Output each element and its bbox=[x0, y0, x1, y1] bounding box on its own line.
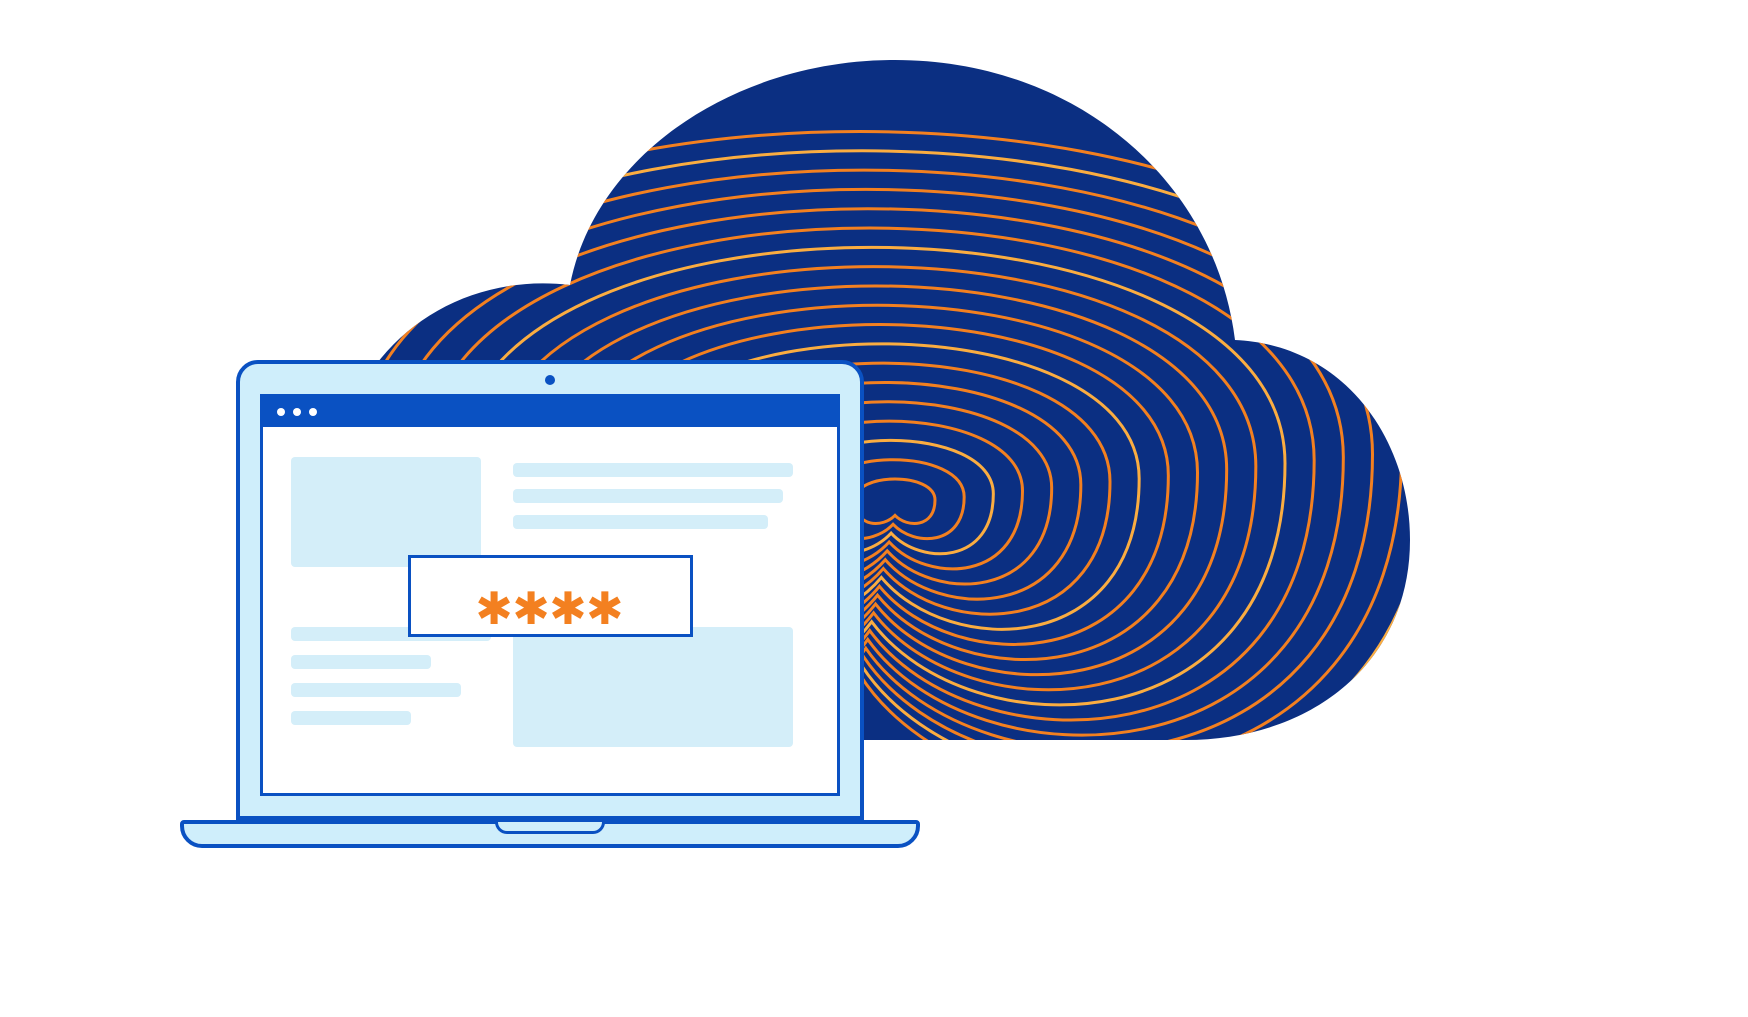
content-placeholder bbox=[513, 463, 793, 477]
browser-titlebar bbox=[263, 397, 837, 427]
content-placeholder bbox=[291, 683, 461, 697]
laptop-base bbox=[180, 820, 920, 848]
content-placeholder bbox=[291, 711, 411, 725]
content-placeholder bbox=[513, 515, 768, 529]
page-content: ✱✱✱✱ bbox=[263, 427, 837, 793]
window-dot-icon bbox=[293, 408, 301, 416]
browser-window: ✱✱✱✱ bbox=[260, 394, 840, 796]
window-dot-icon bbox=[309, 408, 317, 416]
content-placeholder bbox=[291, 457, 481, 567]
laptop-icon: ✱✱✱✱ bbox=[180, 360, 920, 860]
content-placeholder bbox=[513, 489, 783, 503]
password-mask: ✱✱✱✱ bbox=[477, 575, 625, 633]
laptop-lid: ✱✱✱✱ bbox=[236, 360, 864, 820]
content-placeholder bbox=[513, 627, 793, 747]
illustration-stage: ✱✱✱✱ bbox=[0, 0, 1748, 1017]
content-placeholder bbox=[291, 655, 431, 669]
window-dot-icon bbox=[277, 408, 285, 416]
password-field[interactable]: ✱✱✱✱ bbox=[408, 555, 693, 637]
camera-dot-icon bbox=[545, 375, 555, 385]
